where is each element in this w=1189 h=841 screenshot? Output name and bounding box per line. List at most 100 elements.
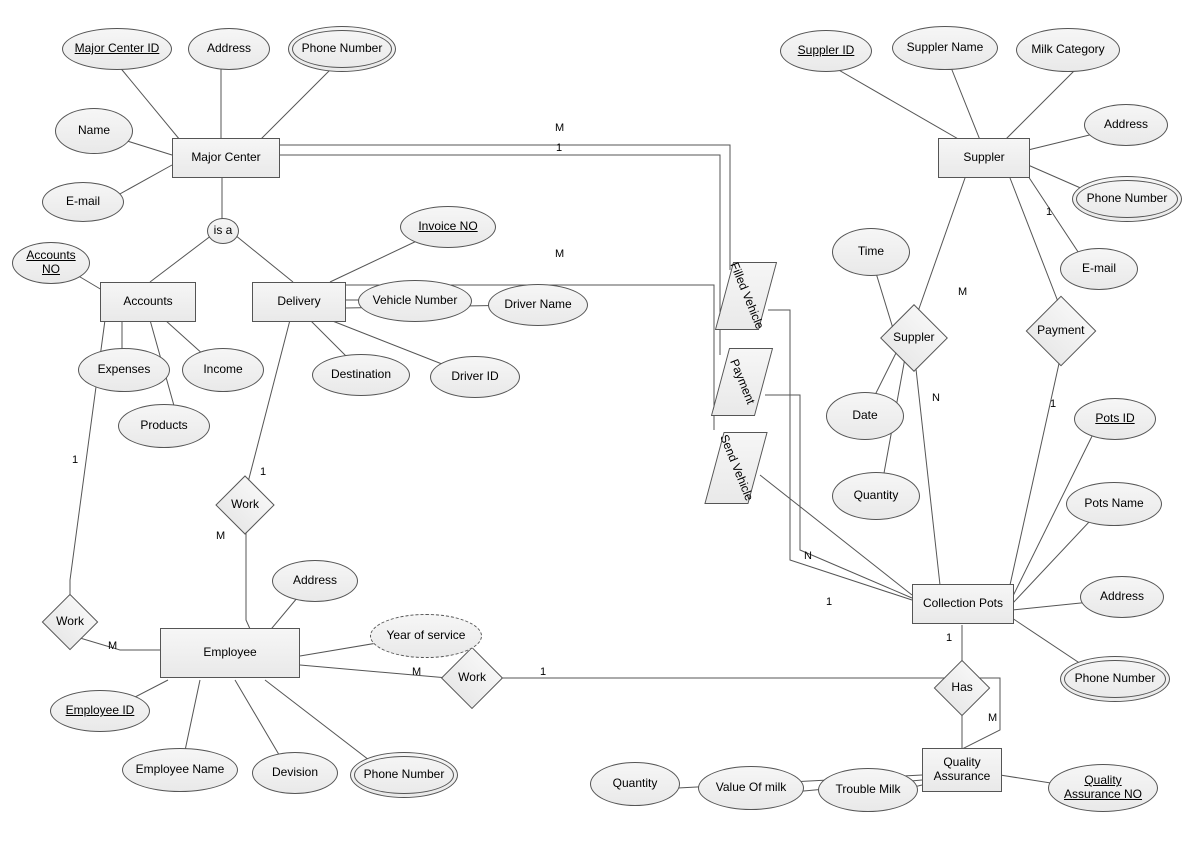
label: Quality Assurance NO xyxy=(1064,774,1142,802)
label: Delivery xyxy=(277,295,320,309)
label: Filled Vehicle xyxy=(726,261,765,332)
label: Work xyxy=(455,671,489,685)
attr-quantity: Quantity xyxy=(832,472,920,520)
card: 1 xyxy=(946,632,952,644)
entity-major-center: Major Center xyxy=(172,138,280,178)
label: Name xyxy=(78,124,110,138)
label: Pots Name xyxy=(1084,497,1143,511)
label: Phone Number xyxy=(364,768,445,782)
label: Accounts xyxy=(123,295,172,309)
label: Address xyxy=(293,574,337,588)
attr-mc-email: E-mail xyxy=(42,182,124,222)
label: Address xyxy=(1100,590,1144,604)
card: M xyxy=(555,122,564,134)
card: 1 xyxy=(1050,398,1056,410)
entity-employee: Employee xyxy=(160,628,300,678)
label: Employee xyxy=(203,646,256,660)
label: Time xyxy=(858,245,884,259)
attr-trouble-milk: Trouble Milk xyxy=(818,768,918,812)
label: Milk Category xyxy=(1031,43,1104,57)
label: E-mail xyxy=(1082,262,1116,276)
label: Suppler Name xyxy=(907,41,984,55)
label: Major Center xyxy=(191,151,260,165)
label: Driver ID xyxy=(451,370,498,384)
attr-qa-quantity: Quantity xyxy=(590,762,680,806)
label: Pots ID xyxy=(1095,412,1134,426)
attr-milk-category: Milk Category xyxy=(1016,28,1120,72)
label: Income xyxy=(203,363,242,377)
card: N xyxy=(804,550,812,562)
label: Devision xyxy=(272,766,318,780)
attr-accounts-no: Accounts NO xyxy=(12,242,90,284)
attr-pots-name: Pots Name xyxy=(1066,482,1162,526)
card: 1 xyxy=(260,466,266,478)
label: Accounts NO xyxy=(26,249,75,277)
label: Phone Number xyxy=(302,42,383,56)
attr-products: Products xyxy=(118,404,210,448)
attr-income: Income xyxy=(182,348,264,392)
attr-supplier-name: Suppler Name xyxy=(892,26,998,70)
attr-qa-no: Quality Assurance NO xyxy=(1048,764,1158,812)
card: M xyxy=(108,640,117,652)
label: Employee ID xyxy=(66,704,135,718)
card: M xyxy=(412,666,421,678)
attr-invoice-no: Invoice NO xyxy=(400,206,496,248)
card: M xyxy=(988,712,997,724)
attr-sup-phone: Phone Number xyxy=(1072,176,1182,222)
attr-devision: Devision xyxy=(252,752,338,794)
label: Year of service xyxy=(387,629,466,643)
label: Quantity xyxy=(854,489,899,503)
card: M xyxy=(958,286,967,298)
label: is a xyxy=(214,224,233,238)
attr-major-center-id: Major Center ID xyxy=(62,28,172,70)
attr-emp-address: Address xyxy=(272,560,358,602)
attr-vehicle-number: Vehicle Number xyxy=(358,280,472,322)
label: Value Of milk xyxy=(716,781,786,795)
label: Suppler xyxy=(963,151,1004,165)
label: Destination xyxy=(331,368,391,382)
attr-pots-id: Pots ID xyxy=(1074,398,1156,440)
attr-supplier-id: Suppler ID xyxy=(780,30,872,72)
attr-expenses: Expenses xyxy=(78,348,170,392)
attr-cp-phone: Phone Number xyxy=(1060,656,1170,702)
label: Payment xyxy=(1037,324,1084,338)
attr-time: Time xyxy=(832,228,910,276)
entity-accounts: Accounts xyxy=(100,282,196,322)
entity-supplier: Suppler xyxy=(938,138,1030,178)
attr-date: Date xyxy=(826,392,904,440)
label: Work xyxy=(55,615,85,629)
label: Phone Number xyxy=(1087,192,1168,206)
card: 1 xyxy=(540,666,546,678)
card: 1 xyxy=(1046,206,1052,218)
attr-emp-phone: Phone Number xyxy=(350,752,458,798)
attr-mc-address: Address xyxy=(188,28,270,70)
card: 1 xyxy=(826,596,832,608)
label: Trouble Milk xyxy=(836,783,901,797)
attr-cp-address: Address xyxy=(1080,576,1164,618)
label: Driver Name xyxy=(504,298,571,312)
entity-delivery: Delivery xyxy=(252,282,346,322)
label: Quantity xyxy=(613,777,658,791)
attr-employee-name: Employee Name xyxy=(122,748,238,792)
label: Quality Assurance xyxy=(934,756,991,784)
label: Collection Pots xyxy=(923,597,1003,611)
attr-mc-name: Name xyxy=(55,108,133,154)
attr-value-of-milk: Value Of milk xyxy=(698,766,804,810)
label: Major Center ID xyxy=(75,42,160,56)
label: Phone Number xyxy=(1075,672,1156,686)
label: Employee Name xyxy=(136,763,225,777)
entity-collection-pots: Collection Pots xyxy=(912,584,1014,624)
attr-driver-id: Driver ID xyxy=(430,356,520,398)
card: M xyxy=(555,248,564,260)
label: Address xyxy=(1104,118,1148,132)
label: Payment xyxy=(727,357,758,406)
attr-sup-email: E-mail xyxy=(1060,248,1138,290)
isa-specialization: is a xyxy=(207,218,239,244)
card: M xyxy=(216,530,225,542)
entity-quality-assurance: Quality Assurance xyxy=(922,748,1002,792)
label: Suppler xyxy=(893,331,934,345)
label: Work xyxy=(229,498,261,512)
attr-driver-name: Driver Name xyxy=(488,284,588,326)
attr-sup-address: Address xyxy=(1084,104,1168,146)
label: Date xyxy=(852,409,877,423)
